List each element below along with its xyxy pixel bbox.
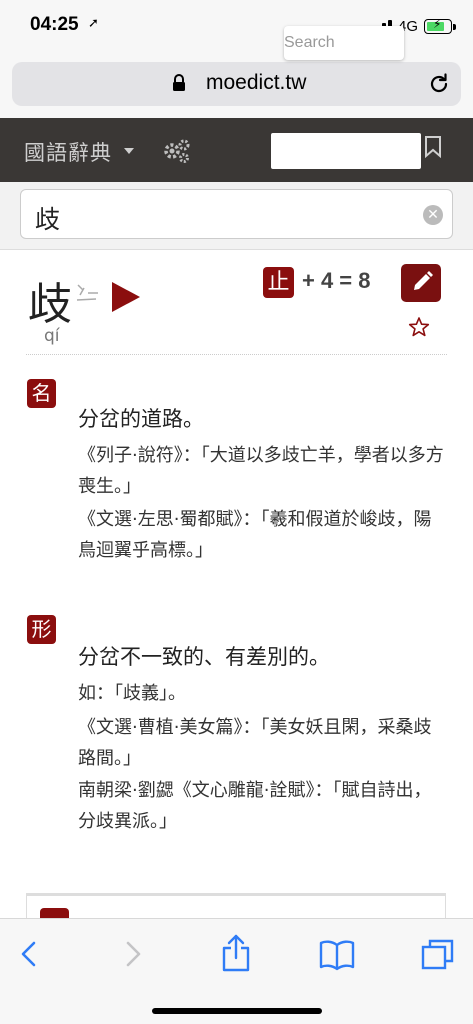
- play-audio-icon[interactable]: [112, 282, 140, 312]
- location-icon: ➚: [88, 16, 99, 31]
- gears-icon[interactable]: [163, 138, 191, 164]
- example-quote: 《文選·左思·蜀都賦》：「羲和假道於峻歧，陽鳥迴翼乎高標。」: [78, 509, 432, 561]
- search-placeholder: Search: [284, 34, 335, 51]
- entry-divider: [26, 354, 447, 355]
- star-icon[interactable]: [408, 316, 430, 338]
- dictionary-menu[interactable]: 國語辭典: [24, 137, 112, 167]
- definition: 分岔不一致的、有差別的。: [78, 645, 330, 669]
- bookmarks-icon[interactable]: [318, 937, 356, 971]
- url-text: moedict.tw: [206, 71, 307, 94]
- query-area: 歧 ✕: [0, 182, 473, 250]
- search-box-back: [271, 133, 421, 169]
- forward-icon[interactable]: [116, 937, 148, 971]
- tabs-icon[interactable]: [420, 937, 456, 971]
- home-indicator: [152, 1008, 322, 1014]
- example-quote: 南朝梁·劉勰《文心雕龍·詮賦》：「賦自詩出，分歧異派。」: [78, 780, 432, 832]
- pencil-icon: [414, 271, 433, 290]
- battery-tip: [453, 24, 456, 30]
- stroke-count: + 4 = 8: [302, 268, 371, 293]
- pos-badge-noun: 名: [27, 379, 56, 408]
- battery-icon: ⚡: [424, 17, 452, 34]
- radical-badge[interactable]: 止: [263, 267, 294, 298]
- example-quote: 《列子·說符》：「大道以多歧亡羊，學者以多方喪生。」: [78, 445, 444, 497]
- definition: 分岔的道路。: [78, 407, 204, 431]
- browser-url-area: moedict.tw: [0, 50, 473, 118]
- entry-character: 歧: [28, 279, 72, 330]
- share-icon[interactable]: [219, 933, 253, 973]
- url-bar[interactable]: moedict.tw: [12, 62, 461, 106]
- status-time: 04:25: [30, 14, 79, 35]
- chevron-down-icon: [124, 148, 134, 154]
- clear-icon[interactable]: ✕: [423, 205, 443, 225]
- back-icon[interactable]: [14, 937, 46, 971]
- edit-button[interactable]: [401, 264, 441, 302]
- app-navbar: 國語辭典: [0, 118, 473, 182]
- reload-icon[interactable]: [428, 73, 450, 95]
- pinyin: qí: [44, 326, 60, 346]
- example-quote: 如：「歧義」。: [78, 683, 186, 704]
- stroke-order-icon[interactable]: [74, 283, 100, 303]
- query-value: 歧: [35, 205, 61, 234]
- pos-badge-adjective: 形: [27, 615, 56, 644]
- bookmark-icon[interactable]: [424, 136, 442, 158]
- lock-icon: [173, 74, 185, 91]
- query-input[interactable]: 歧 ✕: [20, 189, 453, 239]
- example-quote: 《文選·曹植·美女篇》：「美女妖且閑，采桑歧路間。」: [78, 717, 432, 769]
